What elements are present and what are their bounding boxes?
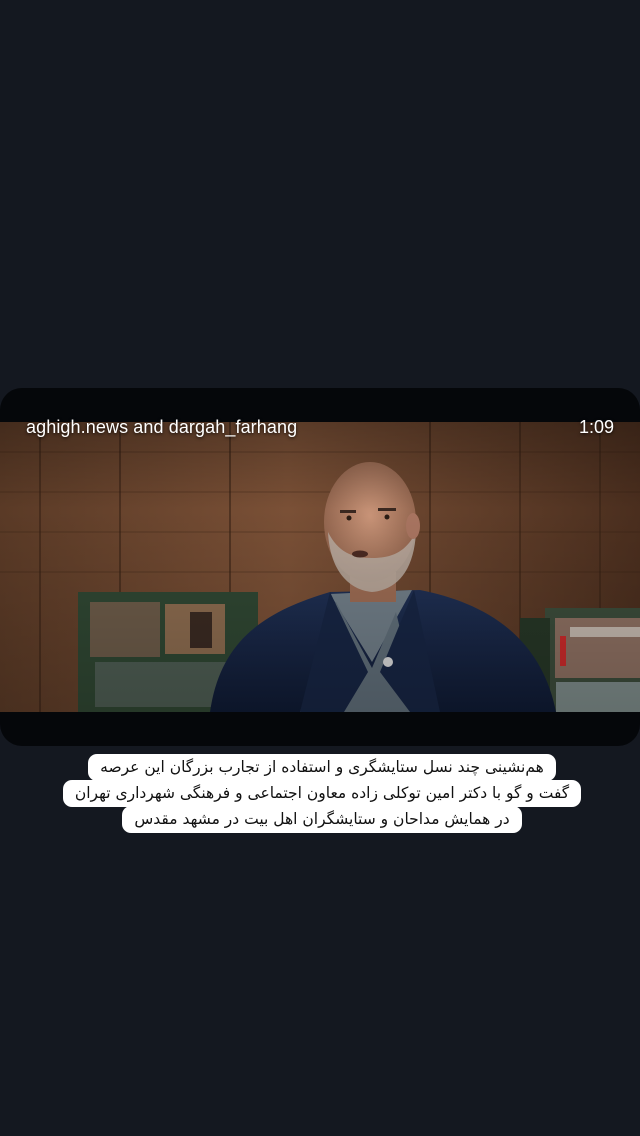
caption-line: گفت و گو با دکتر امین توکلی زاده معاون ا… — [62, 780, 582, 807]
caption-line: هم‌نشینی چند نسل ستایشگری و استفاده از ت… — [88, 754, 556, 781]
reel-screen: aghigh.news and dargah_farhang 1:09 هم‌ن… — [0, 0, 640, 1136]
video-author-label[interactable]: aghigh.news and dargah_farhang — [26, 417, 297, 438]
video-frame[interactable] — [0, 422, 640, 712]
caption-line: در همایش مداحان و ستایشگران اهل بیت در م… — [122, 806, 522, 833]
video-duration-label: 1:09 — [578, 417, 614, 437]
video-caption: هم‌نشینی چند نسل ستایشگری و استفاده از ت… — [62, 754, 582, 833]
interview-still-image — [0, 422, 640, 712]
video-player[interactable]: aghigh.news and dargah_farhang 1:09 — [0, 388, 640, 746]
